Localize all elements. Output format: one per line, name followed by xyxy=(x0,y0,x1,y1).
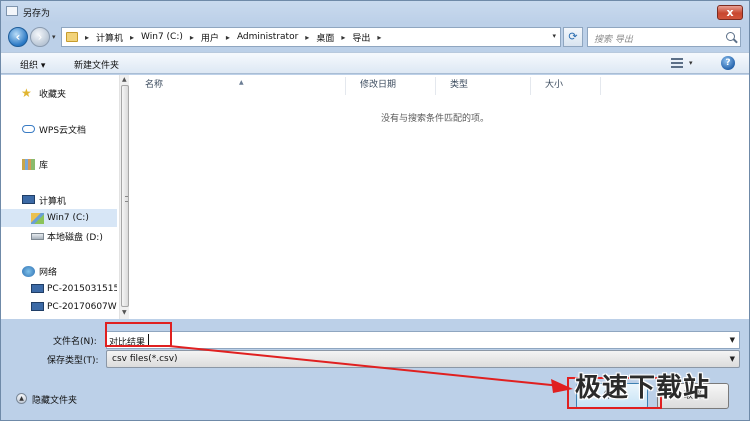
breadcrumb-drive-c[interactable]: Win7 (C:) xyxy=(141,32,183,42)
cloud-icon xyxy=(22,125,35,133)
chevron-right-icon[interactable]: ▸ xyxy=(377,33,381,42)
chevron-right-icon[interactable]: ▸ xyxy=(85,33,89,42)
sidebar-item-network[interactable]: 网络 xyxy=(1,262,117,280)
sidebar-item-favorites[interactable]: ★ 收藏夹 xyxy=(1,84,117,102)
column-label: 修改日期 xyxy=(360,80,397,90)
column-header-modified[interactable]: 修改日期 xyxy=(346,77,436,95)
dialog-icon xyxy=(6,6,18,16)
new-folder-button[interactable]: 新建文件夹 xyxy=(74,58,119,71)
address-dropdown-icon[interactable]: ▾ xyxy=(552,32,556,40)
column-label: 名称 xyxy=(145,80,164,90)
chevron-right-icon[interactable]: ▸ xyxy=(226,33,230,42)
dialog-title: 另存为 xyxy=(23,9,51,19)
breadcrumb-export[interactable]: 导出 xyxy=(352,31,370,44)
sidebar-item-wps-cloud[interactable]: WPS云文档 xyxy=(1,120,117,138)
scrollbar-thumb[interactable] xyxy=(121,85,129,307)
library-icon xyxy=(22,158,35,170)
chevron-down-icon[interactable]: ▼ xyxy=(730,355,735,363)
sidebar-item-label: PC-20170607W xyxy=(47,302,117,312)
scroll-up-icon[interactable]: ▲ xyxy=(122,76,127,83)
organize-button[interactable]: 组织 ▾ xyxy=(20,58,45,71)
column-label: 类型 xyxy=(450,80,469,90)
search-icon[interactable] xyxy=(726,32,735,41)
watermark-logo: 极速下载站 xyxy=(575,373,711,403)
chevron-right-icon[interactable]: ▸ xyxy=(341,33,345,42)
breadcrumb-computer[interactable]: 计算机 xyxy=(96,31,123,44)
sidebar-item-network-pc[interactable]: PC-20150315153 xyxy=(1,280,117,298)
sidebar-item-drive-c[interactable]: Win7 (C:) xyxy=(1,209,117,227)
filetype-label: 保存类型(T): xyxy=(47,356,99,366)
title-bar: 另存为 x xyxy=(1,1,749,23)
chevron-down-icon[interactable]: ▼ xyxy=(730,336,735,344)
sidebar-item-label: 网络 xyxy=(39,267,58,278)
chevron-right-icon[interactable]: ▸ xyxy=(305,33,309,42)
breadcrumb-users[interactable]: 用户 xyxy=(201,31,219,44)
grip-icon xyxy=(125,196,128,202)
chevron-right-icon[interactable]: ▸ xyxy=(190,33,194,42)
breadcrumb-administrator[interactable]: Administrator xyxy=(237,32,298,42)
empty-list-message: 没有与搜索条件匹配的项。 xyxy=(381,114,490,124)
computer-icon xyxy=(31,302,44,311)
file-list[interactable]: 名称 ▲ 修改日期 类型 大小 没有与搜索条件匹配的项。 xyxy=(131,75,749,319)
content-area: ★ 收藏夹 WPS云文档 库 计算机 Win7 (C:) 本地磁盘 (D:) 网… xyxy=(1,75,749,319)
sort-ascending-icon: ▲ xyxy=(239,79,244,86)
highlight-box-filename xyxy=(105,322,172,347)
sidebar-item-network-pc[interactable]: PC-20170607W xyxy=(1,298,117,316)
breadcrumb-desktop[interactable]: 桌面 xyxy=(316,31,334,44)
forward-button[interactable]: › xyxy=(30,27,50,47)
sidebar-item-label: 本地磁盘 (D:) xyxy=(47,232,103,243)
filetype-value: csv files(*.csv) xyxy=(112,354,178,364)
back-button[interactable]: ‹ xyxy=(8,27,28,47)
command-bar: 组织 ▾ 新建文件夹 ▾ ? xyxy=(1,52,749,74)
column-header-type[interactable]: 类型 xyxy=(436,77,531,95)
column-label: 大小 xyxy=(545,80,564,90)
drive-icon xyxy=(31,233,44,240)
navigation-bar: ‹ › ▾ ▸ 计算机 ▸ Win7 (C:) ▸ 用户 ▸ Administr… xyxy=(1,23,749,51)
computer-icon xyxy=(22,195,35,204)
computer-icon xyxy=(31,284,44,293)
sidebar-item-libraries[interactable]: 库 xyxy=(1,155,117,173)
save-as-dialog: 另存为 x ‹ › ▾ ▸ 计算机 ▸ Win7 (C:) ▸ 用户 ▸ Adm… xyxy=(0,0,750,421)
hide-folders-button[interactable]: 隐藏文件夹 xyxy=(32,393,77,406)
filename-input[interactable]: 对比结果 ▼ xyxy=(106,331,740,349)
refresh-button[interactable]: ⟳ xyxy=(563,27,583,47)
collapse-icon[interactable]: ▲ xyxy=(16,393,27,404)
chevron-right-icon[interactable]: ▸ xyxy=(130,33,134,42)
sidebar-scrollbar[interactable]: ▲ ▼ xyxy=(119,75,129,319)
navigation-pane: ★ 收藏夹 WPS云文档 库 计算机 Win7 (C:) 本地磁盘 (D:) 网… xyxy=(1,75,119,319)
view-options-icon[interactable] xyxy=(671,58,683,68)
windows-drive-icon xyxy=(31,212,44,224)
filename-label: 文件名(N): xyxy=(53,337,97,347)
search-input[interactable]: 搜索 导出 xyxy=(587,27,741,47)
column-header-size[interactable]: 大小 xyxy=(531,77,601,95)
recent-pages-dropdown[interactable]: ▾ xyxy=(52,33,56,41)
sidebar-item-drive-d[interactable]: 本地磁盘 (D:) xyxy=(1,227,117,245)
network-icon xyxy=(22,265,35,277)
folder-icon xyxy=(66,32,78,42)
sidebar-item-label: Win7 (C:) xyxy=(47,213,89,223)
view-dropdown-icon[interactable]: ▾ xyxy=(689,59,693,67)
sidebar-item-label: 计算机 xyxy=(39,196,67,207)
sidebar-item-label: 收藏夹 xyxy=(39,89,67,100)
scroll-down-icon[interactable]: ▼ xyxy=(122,309,127,316)
filetype-select[interactable]: csv files(*.csv) ▼ xyxy=(106,350,740,368)
sidebar-item-label: PC-20150315153 xyxy=(47,284,117,294)
sidebar-item-label: WPS云文档 xyxy=(39,125,87,136)
address-bar[interactable]: ▸ 计算机 ▸ Win7 (C:) ▸ 用户 ▸ Administrator ▸… xyxy=(61,27,561,47)
sidebar-item-label: 库 xyxy=(39,160,49,171)
close-button[interactable]: x xyxy=(717,5,743,20)
sidebar-item-computer[interactable]: 计算机 xyxy=(1,191,117,209)
column-header-name[interactable]: 名称 ▲ xyxy=(131,77,346,95)
search-placeholder: 搜索 导出 xyxy=(594,35,633,45)
star-icon: ★ xyxy=(21,85,32,100)
help-icon[interactable]: ? xyxy=(721,56,735,70)
